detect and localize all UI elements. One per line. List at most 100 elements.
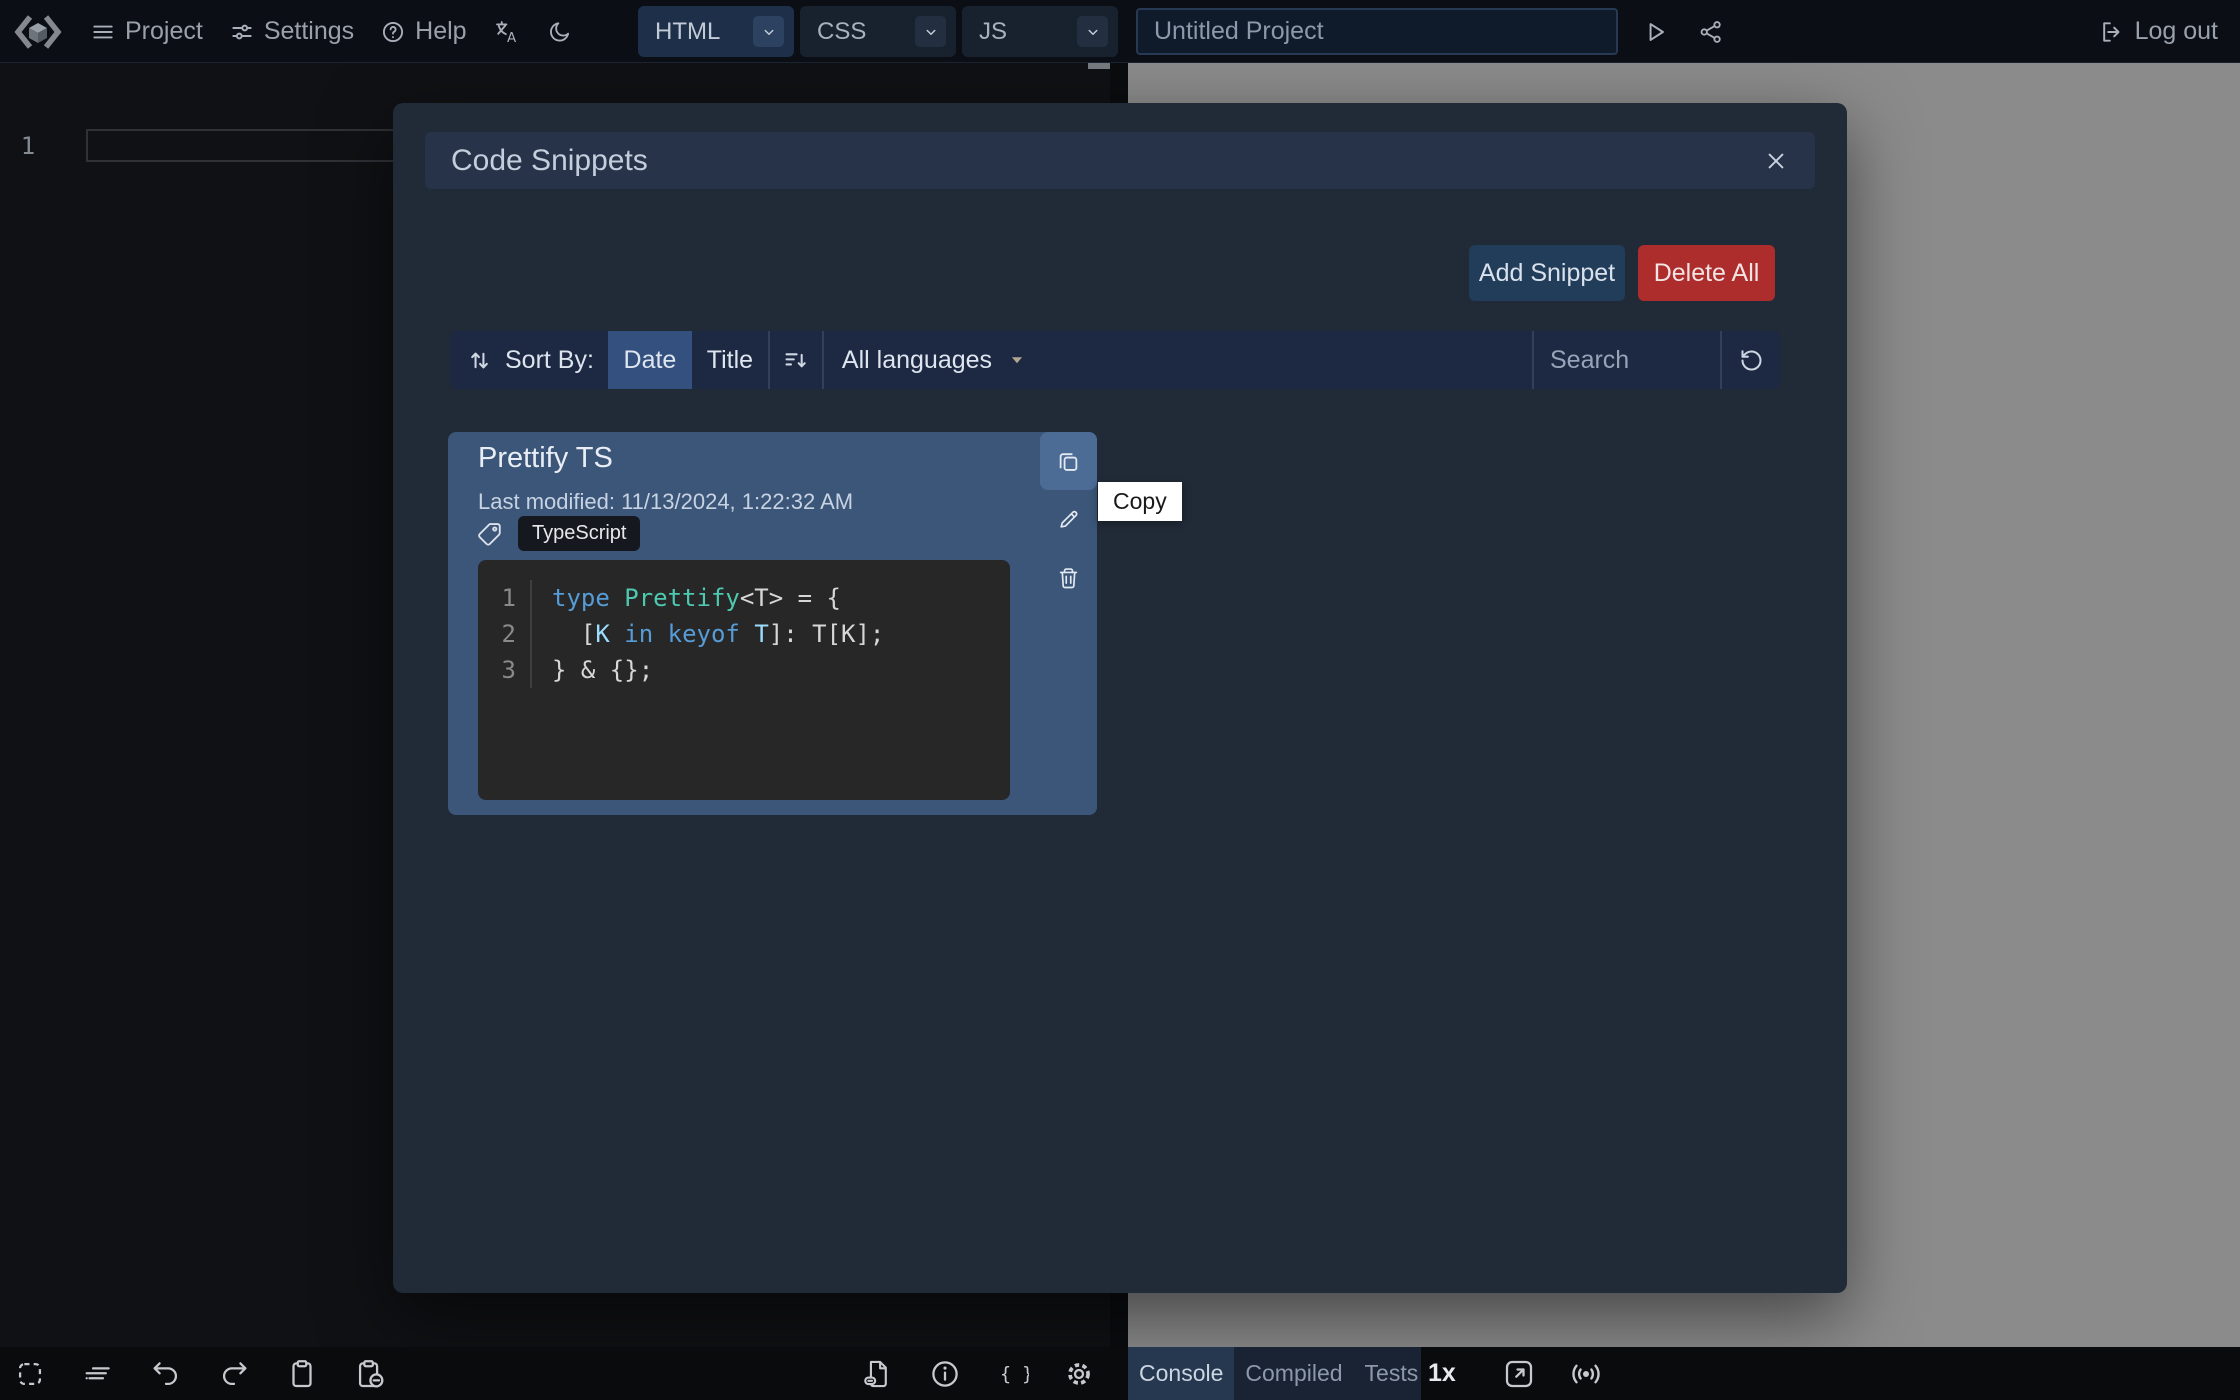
translate-icon[interactable]: A — [493, 18, 521, 46]
sort-direction-button[interactable] — [770, 331, 822, 389]
tab-css[interactable]: CSS — [800, 6, 956, 57]
clipboard-minus-icon — [353, 1357, 387, 1391]
code-snippets-modal: Code Snippets Add Snippet Delete All Sor… — [393, 103, 1847, 1293]
sort-by-date-button[interactable]: Date — [608, 331, 692, 389]
tab-js-label: JS — [979, 18, 1007, 46]
project-info-button[interactable] — [928, 1357, 962, 1391]
help-menu[interactable]: Help — [380, 17, 466, 46]
statusbar-right-tools — [1501, 1347, 1605, 1400]
logout-button[interactable]: Log out — [2099, 0, 2218, 63]
snippet-code-block: 1type Prettify<T> = {2 [K in keyof T]: T… — [478, 560, 1010, 800]
toolbar-left-group: Project Settings Help A — [12, 0, 573, 63]
select-all-button[interactable] — [13, 1357, 47, 1391]
code-line-number: 2 — [478, 620, 530, 648]
css-language-dropdown[interactable] — [915, 16, 946, 47]
broadcast-button[interactable] — [1567, 1355, 1605, 1393]
edit-snippet-button[interactable] — [1040, 490, 1097, 548]
editor-settings-button[interactable] — [1062, 1357, 1096, 1391]
project-title-input[interactable] — [1136, 8, 1618, 55]
tab-compiled[interactable]: Compiled — [1234, 1347, 1353, 1400]
selection-icon — [13, 1357, 47, 1391]
tab-css-label: CSS — [817, 18, 866, 46]
toolbar-run-group — [1641, 0, 1725, 63]
broadcast-icon — [1567, 1355, 1605, 1393]
undo-button[interactable] — [149, 1357, 183, 1391]
svg-text:A: A — [507, 30, 517, 45]
svg-text:{ }: { } — [1000, 1364, 1029, 1385]
logout-icon — [2099, 19, 2125, 45]
html-language-dropdown[interactable] — [753, 16, 784, 47]
redo-button[interactable] — [217, 1357, 251, 1391]
tab-html-label: HTML — [655, 18, 720, 46]
help-menu-label: Help — [415, 17, 466, 46]
copy-code-button[interactable] — [285, 1357, 319, 1391]
modal-title: Code Snippets — [451, 144, 648, 178]
app-logo[interactable] — [12, 9, 64, 55]
project-menu-label: Project — [125, 17, 203, 46]
top-toolbar: Project Settings Help A — [0, 0, 2240, 63]
reset-filters-button[interactable] — [1722, 331, 1780, 389]
project-menu[interactable]: Project — [90, 17, 203, 46]
settings-menu[interactable]: Settings — [229, 17, 354, 46]
copy-tooltip: Copy — [1098, 482, 1182, 521]
info-icon — [928, 1357, 962, 1391]
external-link-icon — [1501, 1356, 1537, 1392]
close-icon[interactable] — [1759, 144, 1793, 178]
snippet-search-input[interactable] — [1534, 331, 1720, 389]
snippet-card[interactable]: Prettify TS Last modified: 11/13/2024, 1… — [448, 432, 1097, 815]
statusbar-center-tools: { } — [861, 1347, 1096, 1400]
sort-by-title-button[interactable]: Title — [692, 331, 768, 389]
language-filter-value: All languages — [842, 346, 992, 375]
caret-down-icon — [1006, 349, 1028, 371]
delete-all-button[interactable]: Delete All — [1638, 245, 1775, 301]
tab-console[interactable]: Console — [1128, 1347, 1234, 1400]
code-line-text: } & {}; — [530, 652, 653, 688]
hamburger-menu-icon — [90, 19, 116, 45]
snippets-sort-toolbar: Sort By: Date Title All languages — [450, 331, 1780, 389]
editor-language-tabs: HTML CSS JS — [638, 6, 1118, 57]
code-line-text: [K in keyof T]: T[K]; — [530, 616, 884, 652]
external-resources-button[interactable] — [861, 1357, 895, 1391]
modal-header: Code Snippets — [425, 132, 1815, 189]
reset-rotate-icon — [1738, 347, 1765, 374]
code-line-number: 1 — [478, 584, 530, 612]
snippet-actions-column — [1040, 432, 1097, 815]
logout-label: Log out — [2135, 17, 2218, 46]
code-line: 2 [K in keyof T]: T[K]; — [478, 616, 1010, 652]
format-code-button[interactable] — [81, 1357, 115, 1391]
editor-scrollbar-thumb[interactable] — [1088, 63, 1110, 69]
code-line-text: type Prettify<T> = { — [530, 580, 841, 616]
result-zoom-button[interactable]: 1x — [1428, 1347, 1456, 1400]
copy-snippet-button[interactable] — [1040, 432, 1097, 490]
delete-snippet-button[interactable] — [1040, 548, 1097, 606]
tab-tests[interactable]: Tests — [1354, 1347, 1430, 1400]
chevron-down-icon — [1084, 23, 1102, 41]
language-badge: TypeScript — [518, 516, 640, 551]
chevron-down-icon — [922, 23, 940, 41]
code-line: 1type Prettify<T> = { — [478, 580, 1010, 616]
tab-js[interactable]: JS — [962, 6, 1118, 57]
paste-snippet-button[interactable] — [353, 1357, 387, 1391]
file-link-icon — [861, 1357, 895, 1391]
chevron-down-icon — [760, 23, 778, 41]
custom-settings-button[interactable]: { } — [995, 1357, 1029, 1391]
add-snippet-button[interactable]: Add Snippet — [1469, 245, 1625, 301]
gear-icon — [1062, 1357, 1096, 1391]
run-play-icon[interactable] — [1641, 18, 1669, 46]
undo-icon — [149, 1357, 183, 1391]
language-filter-select[interactable]: All languages — [824, 331, 1046, 389]
format-lines-icon — [81, 1357, 115, 1391]
code-line: 3} & {}; — [478, 652, 1010, 688]
statusbar-left-tools — [13, 1347, 387, 1400]
code-line-number: 3 — [478, 656, 530, 684]
tag-icon — [475, 520, 505, 550]
editor-line-number: 1 — [10, 130, 46, 162]
dark-mode-moon-icon[interactable] — [547, 19, 573, 45]
clipboard-icon — [285, 1357, 319, 1391]
js-language-dropdown[interactable] — [1077, 16, 1108, 47]
pencil-icon — [1055, 506, 1082, 533]
tab-html[interactable]: HTML — [638, 6, 794, 57]
settings-menu-label: Settings — [264, 17, 354, 46]
share-icon[interactable] — [1697, 18, 1725, 46]
open-result-window-button[interactable] — [1501, 1356, 1537, 1392]
